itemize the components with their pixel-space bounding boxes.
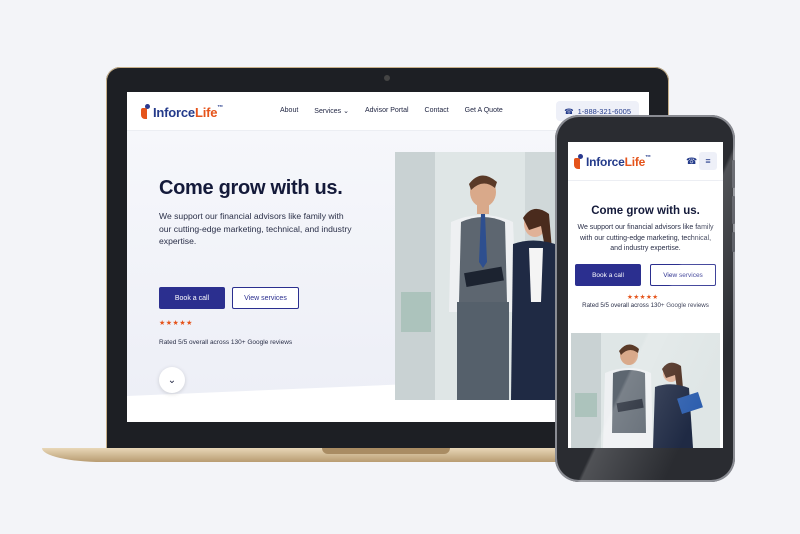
mobile-rating-stars: ★★★★★ — [627, 294, 659, 301]
chevron-down-icon: ⌄ — [343, 108, 349, 115]
site-logo[interactable]: InforceLife™ — [139, 104, 223, 120]
rating-text: Rated 5/5 overall across 130+ Google rev… — [159, 339, 293, 346]
hero-title: Come grow with us. — [159, 177, 343, 199]
mobile-website: InforceLife™ ☎ ≡ Come grow with us. We s… — [568, 142, 723, 448]
nav-about[interactable]: About — [280, 107, 298, 115]
hero-photo — [395, 152, 565, 400]
mobile-hero-subtitle: We support our financial advisors like f… — [577, 224, 714, 252]
scroll-down-button[interactable]: ⌄ — [159, 367, 185, 393]
mobile-hero-photo — [571, 333, 720, 448]
book-call-button[interactable]: Book a call — [159, 287, 225, 309]
view-services-button[interactable]: View services — [232, 287, 299, 309]
phone-side-button — [732, 232, 735, 252]
mobile-view-services-button[interactable]: View services — [650, 264, 716, 286]
nav-services[interactable]: Services ⌄ — [314, 107, 349, 115]
hamburger-menu-button[interactable]: ≡ — [699, 152, 717, 170]
phone-icon[interactable]: ☎ — [686, 156, 697, 167]
nav-contact[interactable]: Contact — [425, 107, 449, 115]
phone-volume-up — [732, 160, 735, 188]
logo-wordmark: InforceLife™ — [586, 155, 651, 169]
mobile-rating-text: Rated 5/5 overall across 130+ Google rev… — [582, 302, 709, 309]
mobile-logo[interactable]: InforceLife™ — [572, 154, 651, 170]
phone-volume-down — [732, 196, 735, 224]
mobile-book-call-button[interactable]: Book a call — [575, 264, 641, 286]
nav-get-a-quote[interactable]: Get A Quote — [465, 107, 503, 115]
advisors-photo-illustration — [395, 152, 565, 400]
main-nav: About Services ⌄ Advisor Portal Contact … — [280, 107, 503, 115]
mobile-hero-title: Come grow with us. — [591, 205, 700, 217]
menu-icon: ≡ — [705, 156, 711, 166]
laptop-notch — [322, 448, 450, 454]
nav-advisor-portal[interactable]: Advisor Portal — [365, 107, 409, 115]
hero-subtitle: We support our financial advisors like f… — [159, 211, 352, 246]
logo-wordmark: InforceLife™ — [153, 104, 224, 120]
chevron-down-icon: ⌄ — [167, 374, 177, 386]
advisors-photo-illustration — [571, 333, 720, 448]
logo-person-icon — [572, 154, 584, 170]
mobile-header: InforceLife™ ☎ ≡ — [568, 142, 723, 181]
phone-icon: ☎ — [564, 106, 574, 116]
rating-stars: ★★★★★ — [159, 320, 193, 327]
logo-person-icon — [139, 104, 151, 120]
laptop-camera — [384, 75, 390, 81]
